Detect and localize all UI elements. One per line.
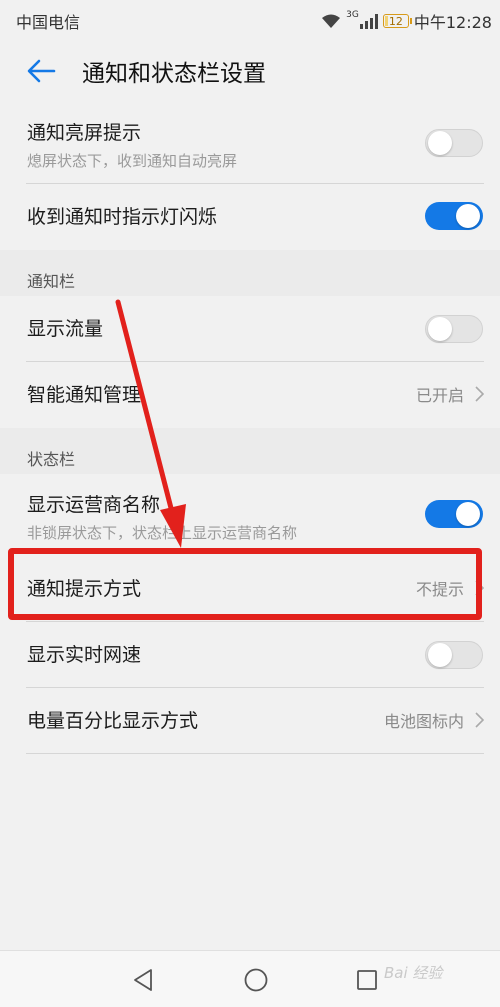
net-speed-toggle[interactable]	[425, 641, 483, 669]
screen-wake-toggle[interactable]	[425, 129, 483, 157]
setting-title: 电量百分比显示方式	[27, 710, 199, 732]
setting-title: 显示运营商名称	[27, 494, 161, 516]
setting-row-battery-percent[interactable]: 电量百分比显示方式 电池图标内	[0, 688, 500, 754]
setting-value: 已开启	[415, 386, 464, 405]
nav-home-icon[interactable]	[244, 968, 268, 996]
chevron-right-icon	[474, 712, 485, 728]
carrier-name: 中国电信	[16, 13, 81, 32]
setting-row-screen-wake[interactable]: 通知亮屏提示 熄屏状态下，收到通知自动亮屏	[0, 102, 500, 184]
app-header: 通知和状态栏设置	[0, 40, 500, 102]
setting-row-show-traffic[interactable]: 显示流量	[0, 296, 500, 362]
watermark-text: Bai 经验	[384, 964, 443, 982]
status-bar: 中国电信 3G 12 中午12:28	[0, 0, 500, 40]
setting-title: 智能通知管理	[27, 384, 142, 406]
setting-row-carrier-name[interactable]: 显示运营商名称 非锁屏状态下，状态栏上显示运营商名称	[0, 474, 500, 556]
setting-row-net-speed[interactable]: 显示实时网速	[0, 622, 500, 688]
battery-icon: 12	[382, 14, 412, 28]
clock: 中午12:28	[413, 13, 492, 32]
setting-title: 显示实时网速	[27, 644, 142, 666]
network-type-label: 3G	[346, 10, 359, 20]
section-status-bar: 状态栏	[0, 428, 500, 474]
chevron-right-icon	[474, 386, 485, 402]
setting-title: 收到通知时指示灯闪烁	[27, 206, 218, 228]
section-title: 通知栏	[27, 272, 76, 291]
setting-title: 通知亮屏提示	[27, 122, 142, 144]
wifi-icon	[321, 14, 341, 29]
setting-row-led-blink[interactable]: 收到通知时指示灯闪烁	[0, 184, 500, 250]
section-title: 状态栏	[27, 450, 76, 469]
setting-subtitle: 熄屏状态下，收到通知自动亮屏	[27, 152, 238, 170]
led-blink-toggle[interactable]	[425, 202, 483, 230]
carrier-name-toggle[interactable]	[425, 500, 483, 528]
battery-level: 12	[388, 15, 403, 28]
setting-value: 电池图标内	[383, 712, 464, 731]
signal-icon	[359, 13, 378, 29]
setting-title: 显示流量	[27, 318, 104, 340]
settings-list: 通知亮屏提示 熄屏状态下，收到通知自动亮屏 收到通知时指示灯闪烁 通知栏 显示流…	[0, 102, 500, 754]
setting-subtitle: 非锁屏状态下，状态栏上显示运营商名称	[27, 524, 298, 542]
status-icons: 3G 12 中午12:28	[321, 9, 492, 33]
setting-row-smart-notification[interactable]: 智能通知管理 已开启	[0, 362, 500, 428]
nav-back-icon[interactable]	[131, 968, 155, 996]
show-traffic-toggle[interactable]	[425, 315, 483, 343]
page-title: 通知和状态栏设置	[82, 61, 266, 87]
back-arrow-icon[interactable]	[24, 54, 58, 88]
nav-recent-apps-icon[interactable]	[357, 970, 377, 994]
annotation-highlight-box	[8, 548, 482, 620]
section-notification-bar: 通知栏	[0, 250, 500, 296]
